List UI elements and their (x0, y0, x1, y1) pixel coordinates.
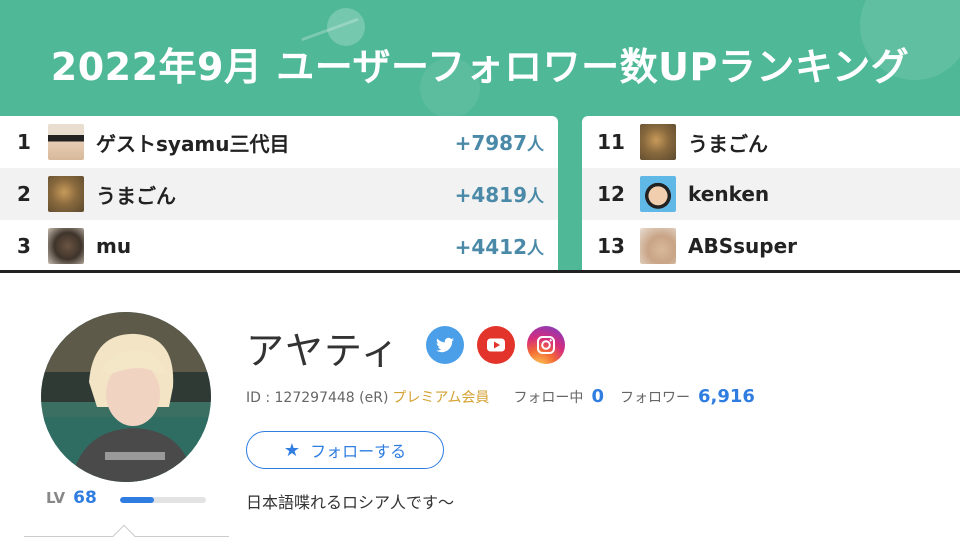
following-count[interactable]: 0 (591, 386, 604, 407)
user-name[interactable]: mu (96, 234, 131, 258)
level-label: LV (46, 489, 66, 507)
followers-label: フォロワー (619, 390, 690, 406)
ranking-row[interactable]: 13 ABSsuper (582, 220, 960, 272)
user-name[interactable]: kenken (688, 182, 769, 206)
section-divider (0, 270, 960, 273)
following-label: フォロー中 (513, 390, 584, 406)
user-name[interactable]: ゲストsyamu三代目 (96, 128, 290, 157)
user-name[interactable]: うまごん (96, 180, 176, 209)
user-avatar[interactable] (640, 124, 676, 160)
user-avatar[interactable] (640, 228, 676, 264)
profile-meta: ID : 127297448 (eR) プレミアム会員 フォロー中 0 フォロワ… (246, 386, 755, 407)
ranking-row[interactable]: 12 kenken (582, 168, 960, 220)
user-name[interactable]: ABSsuper (688, 234, 797, 258)
star-icon: ★ (283, 439, 301, 461)
profile-name: アヤティ (246, 329, 400, 373)
follow-button-label: フォローする (310, 442, 407, 461)
follower-increase: +4819人 (454, 182, 544, 207)
follower-increase: +4412人 (454, 234, 544, 259)
ranking-list-right: 11 うまごん 12 kenken 13 ABSsuper (582, 116, 960, 272)
user-id: ID : 127297448 (eR) (246, 390, 389, 406)
premium-badge[interactable]: プレミアム会員 (392, 387, 489, 407)
ranking-row[interactable]: 11 うまごん (582, 116, 960, 168)
youtube-icon[interactable] (477, 326, 515, 364)
rank-number: 12 (597, 182, 625, 206)
instagram-icon[interactable] (527, 326, 565, 364)
level-indicator: LV 68 (46, 488, 206, 508)
profile-avatar[interactable] (41, 312, 211, 482)
level-progress-fill (120, 497, 155, 503)
rank-number: 2 (17, 182, 31, 206)
rank-number: 1 (17, 130, 31, 154)
level-value: 68 (73, 488, 97, 508)
rank-number: 11 (597, 130, 625, 154)
ranking-list-left: 1 ゲストsyamu三代目 +7987人 2 うまごん +4819人 3 mu … (0, 116, 558, 272)
user-avatar[interactable] (640, 176, 676, 212)
tab-caret-indicator (112, 524, 136, 540)
level-progress-bar (120, 497, 206, 503)
twitter-icon[interactable] (426, 326, 464, 364)
followers-count[interactable]: 6,916 (698, 386, 755, 407)
profile-bio: 日本語喋れるロシア人です～ (246, 493, 455, 512)
ranking-row[interactable]: 1 ゲストsyamu三代目 +7987人 (0, 116, 558, 168)
ranking-banner: 2022年9月 ユーザーフォロワー数UPランキング 1 ゲストsyamu三代目 … (0, 0, 960, 272)
user-avatar[interactable] (48, 124, 84, 160)
rank-number: 3 (17, 234, 31, 258)
user-avatar[interactable] (48, 228, 84, 264)
follow-button[interactable]: ★ フォローする (246, 431, 444, 469)
ranking-row[interactable]: 3 mu +4412人 (0, 220, 558, 272)
user-name[interactable]: うまごん (688, 128, 768, 157)
follower-increase: +7987人 (454, 130, 544, 155)
ranking-row[interactable]: 2 うまごん +4819人 (0, 168, 558, 220)
banner-title: 2022年9月 ユーザーフォロワー数UPランキング (50, 45, 910, 89)
profile-photo (41, 312, 211, 482)
user-avatar[interactable] (48, 176, 84, 212)
rank-number: 13 (597, 234, 625, 258)
